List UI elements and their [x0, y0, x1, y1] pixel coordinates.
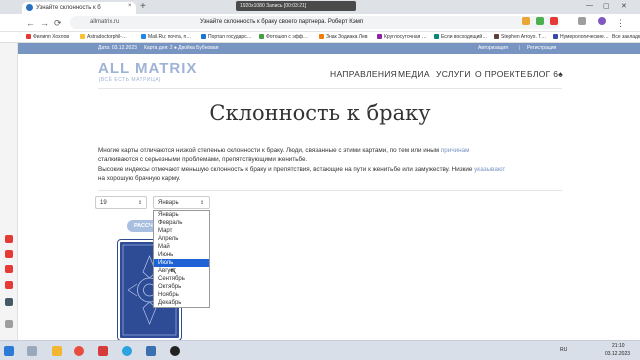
search-icon[interactable]	[27, 346, 37, 356]
nav-services[interactable]: УСЛУГИ	[436, 69, 471, 79]
bookmark-item[interactable]: Портал государс…	[208, 34, 258, 40]
month-option[interactable]: Май	[158, 243, 170, 251]
tab-favicon-icon	[26, 4, 33, 11]
month-option[interactable]: Февраль	[158, 219, 182, 227]
register-link[interactable]: Регистрация	[527, 45, 556, 51]
bookmark-icon	[259, 34, 264, 39]
url-text: allmatrix.ru	[90, 19, 120, 25]
bookmark-icon	[434, 34, 439, 39]
browser-tab[interactable]: Узнайте склонность к б	[22, 2, 136, 14]
nav-about[interactable]: О ПРОЕКТЕ	[475, 69, 526, 79]
youtube-icon[interactable]	[5, 235, 13, 243]
card-of-day[interactable]: Карта дня: 2 ♠ Двойка Бубновая	[144, 45, 218, 51]
youtube-icon[interactable]	[5, 265, 13, 273]
bookmark-icon	[80, 34, 85, 39]
youtube-icon[interactable]	[5, 250, 13, 258]
bookmark-item[interactable]: Филипп Хохлов	[33, 34, 69, 40]
paragraph-text: Многие карты отличаются низкой степенью …	[98, 147, 441, 154]
language-indicator[interactable]: RU	[560, 347, 567, 353]
bookmark-item[interactable]: Фотошоп с эфф…	[266, 34, 316, 40]
app-icon[interactable]	[146, 346, 156, 356]
bookmark-icon	[553, 34, 558, 39]
app-icon[interactable]	[5, 298, 13, 306]
site-logo-subtitle: [ВСЁ ЕСТЬ МАТРИЦА]	[99, 77, 161, 83]
bookmark-icon	[141, 34, 146, 39]
date-label: Дата: 03.12.2023	[98, 45, 137, 51]
month-option[interactable]: Апрель	[158, 235, 178, 243]
record-icon[interactable]	[170, 346, 180, 356]
youtube-icon[interactable]	[5, 281, 13, 289]
nav-media[interactable]: МЕДИА	[398, 69, 430, 79]
paragraph-text: Высокие индексы отмечают меньшую склонно…	[98, 166, 475, 173]
bookmark-item[interactable]: Astradoctorphil-…	[87, 34, 137, 40]
bookmark-item[interactable]: Знак Зодиака Лев	[326, 34, 376, 40]
folder-icon[interactable]	[52, 346, 62, 356]
settings-icon[interactable]	[5, 320, 13, 328]
downloads-icon[interactable]	[578, 17, 586, 25]
extension-icon[interactable]	[550, 17, 558, 25]
nav-directions[interactable]: НАПРАВЛЕНИЯ	[330, 69, 397, 79]
month-option[interactable]: Март	[158, 227, 172, 235]
profile-avatar[interactable]	[598, 17, 606, 25]
nav-blog[interactable]: БЛОГ 6♠	[527, 69, 563, 79]
bookmark-item[interactable]: Круглосуточная …	[384, 34, 434, 40]
page-title-overlay: Узнайте склонность к браку своего партне…	[200, 19, 364, 25]
content-divider	[98, 190, 562, 191]
paragraph-1-line-1: Многие карты отличаются низкой степенью …	[98, 146, 563, 155]
bookmark-item[interactable]: Mail.Ru: почта, п…	[148, 34, 198, 40]
browser-icon[interactable]	[74, 346, 84, 356]
all-bookmarks[interactable]: Все закладки	[612, 34, 640, 40]
chevron-updown-icon: ⇕	[200, 200, 205, 206]
recording-indicator: 1920x1080 Запись [00:03:21]	[236, 1, 356, 11]
os-taskbar	[0, 340, 640, 360]
paragraph-1-line-2: сталкиваются с серьезными проблемами, пр…	[98, 156, 308, 163]
chevron-updown-icon: ⇕	[138, 200, 143, 206]
forward-button[interactable]: →	[40, 17, 49, 29]
bookmark-item[interactable]: Stephen Arroyo. Т…	[501, 34, 551, 40]
yandex-icon[interactable]	[98, 346, 108, 356]
site-logo[interactable]: ALL MATRIX	[98, 60, 197, 77]
extension-icon[interactable]	[522, 17, 530, 25]
menu-icon[interactable]: ⋮	[616, 17, 625, 29]
month-option[interactable]: Январь	[158, 211, 179, 219]
mouse-cursor-icon: ↖	[170, 266, 178, 276]
start-icon[interactable]	[4, 346, 14, 356]
bookmark-icon	[319, 34, 324, 39]
tab-close-icon[interactable]: ×	[128, 3, 132, 9]
telegram-icon[interactable]	[122, 346, 132, 356]
browser-sidebar	[0, 43, 18, 340]
paragraph-link[interactable]: причинам	[441, 147, 470, 154]
separator: |	[519, 45, 521, 51]
paragraph-2-line-2: на хорошую брачную карму.	[98, 175, 181, 182]
paragraph-link[interactable]: указывают	[474, 166, 505, 173]
extension-icon[interactable]	[536, 17, 544, 25]
login-link[interactable]: Авторизация	[478, 45, 508, 51]
month-option[interactable]: Октябрь	[158, 283, 181, 291]
month-select-value: Январь	[158, 200, 179, 206]
page-heading: Склонность к браку	[209, 101, 431, 125]
bookmark-item[interactable]: Если восходящий…	[441, 34, 491, 40]
bookmark-icon	[26, 34, 31, 39]
bookmark-icon	[201, 34, 206, 39]
header-divider	[98, 88, 562, 89]
bookmark-icon	[377, 34, 382, 39]
clock-date[interactable]: 03.12.2023	[605, 351, 630, 357]
day-select-value: 19	[100, 200, 107, 206]
window-close-icon[interactable]: ✕	[621, 2, 627, 10]
month-option[interactable]: Июнь	[158, 251, 173, 259]
minimize-icon[interactable]: —	[586, 2, 593, 9]
maximize-icon[interactable]: ▢	[603, 2, 610, 10]
bookmark-icon	[494, 34, 499, 39]
reload-button[interactable]: ⟳	[54, 17, 62, 29]
bookmark-item[interactable]: Нумерологические…	[560, 34, 610, 40]
paragraph-2-line-1: Высокие индексы отмечают меньшую склонно…	[98, 165, 563, 174]
new-tab-button[interactable]: +	[140, 1, 146, 13]
month-option[interactable]: Ноябрь	[158, 291, 179, 299]
back-button[interactable]: ←	[26, 17, 35, 29]
month-option[interactable]: Декабрь	[158, 299, 181, 307]
clock-time[interactable]: 21:10	[612, 343, 625, 349]
